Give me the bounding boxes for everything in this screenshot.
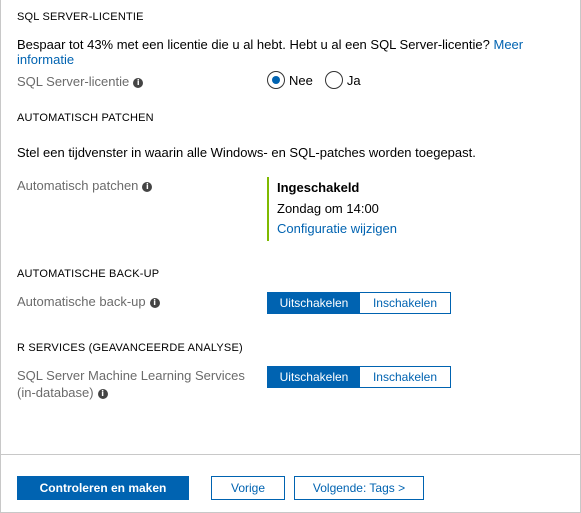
rservices-enable-option[interactable]: Inschakelen <box>360 367 450 387</box>
review-create-button[interactable]: Controleren en maken <box>17 476 189 500</box>
license-radio-nee[interactable] <box>267 71 285 89</box>
rservices-disable-option[interactable]: Uitschakelen <box>268 367 360 387</box>
info-icon[interactable]: i <box>142 181 153 192</box>
info-icon[interactable]: i <box>149 297 160 308</box>
rservices-field-label-line2: (in-database) <box>17 385 94 400</box>
rservices-field-label-line1: SQL Server Machine Learning Services <box>17 368 245 383</box>
rservices-field-label: SQL Server Machine Learning Services (in… <box>17 367 245 401</box>
patching-field-label-text: Automatisch patchen <box>17 178 139 193</box>
license-description-text: Bespaar tot 43% met een licentie die u a… <box>17 37 490 52</box>
patching-section-title: AUTOMATISCH PATCHEN <box>17 112 154 124</box>
patching-schedule: Zondag om 14:00 <box>277 201 379 216</box>
license-radio-ja[interactable] <box>324 71 343 89</box>
license-description: Bespaar tot 43% met een licentie die u a… <box>17 37 581 67</box>
info-icon[interactable]: i <box>97 388 108 399</box>
change-configuration-link[interactable]: Configuratie wijzigen <box>277 221 397 236</box>
patching-field-label: Automatisch patchen i <box>17 178 153 193</box>
license-radio-group: Nee Ja <box>267 71 361 89</box>
license-field-label-text: SQL Server-licentie <box>17 74 130 89</box>
license-radio-nee-label: Nee <box>289 72 313 88</box>
backup-section-title: AUTOMATISCHE BACK-UP <box>17 268 160 280</box>
previous-button[interactable]: Vorige <box>211 476 285 500</box>
footer-divider <box>1 454 580 455</box>
backup-disable-option[interactable]: Uitschakelen <box>268 293 360 313</box>
backup-field-label: Automatische back-up i <box>17 294 160 309</box>
license-radio-ja-label: Ja <box>346 72 361 88</box>
rservices-section-title: R SERVICES (GEAVANCEERDE ANALYSE) <box>17 342 243 354</box>
license-field-label: SQL Server-licentie i <box>17 74 144 89</box>
patching-description: Stel een tijdvenster in waarin alle Wind… <box>17 145 476 160</box>
license-section-title: SQL SERVER-LICENTIE <box>17 11 144 23</box>
backup-field-label-text: Automatische back-up <box>17 294 146 309</box>
patching-status: Ingeschakeld <box>277 180 360 195</box>
patching-status-box: Ingeschakeld Zondag om 14:00 Configurati… <box>267 177 397 241</box>
backup-enable-option[interactable]: Inschakelen <box>360 293 450 313</box>
next-tags-button[interactable]: Volgende: Tags > <box>294 476 424 500</box>
info-icon[interactable]: i <box>133 77 144 88</box>
backup-toggle: Uitschakelen Inschakelen <box>267 292 451 314</box>
rservices-toggle: Uitschakelen Inschakelen <box>267 366 451 388</box>
